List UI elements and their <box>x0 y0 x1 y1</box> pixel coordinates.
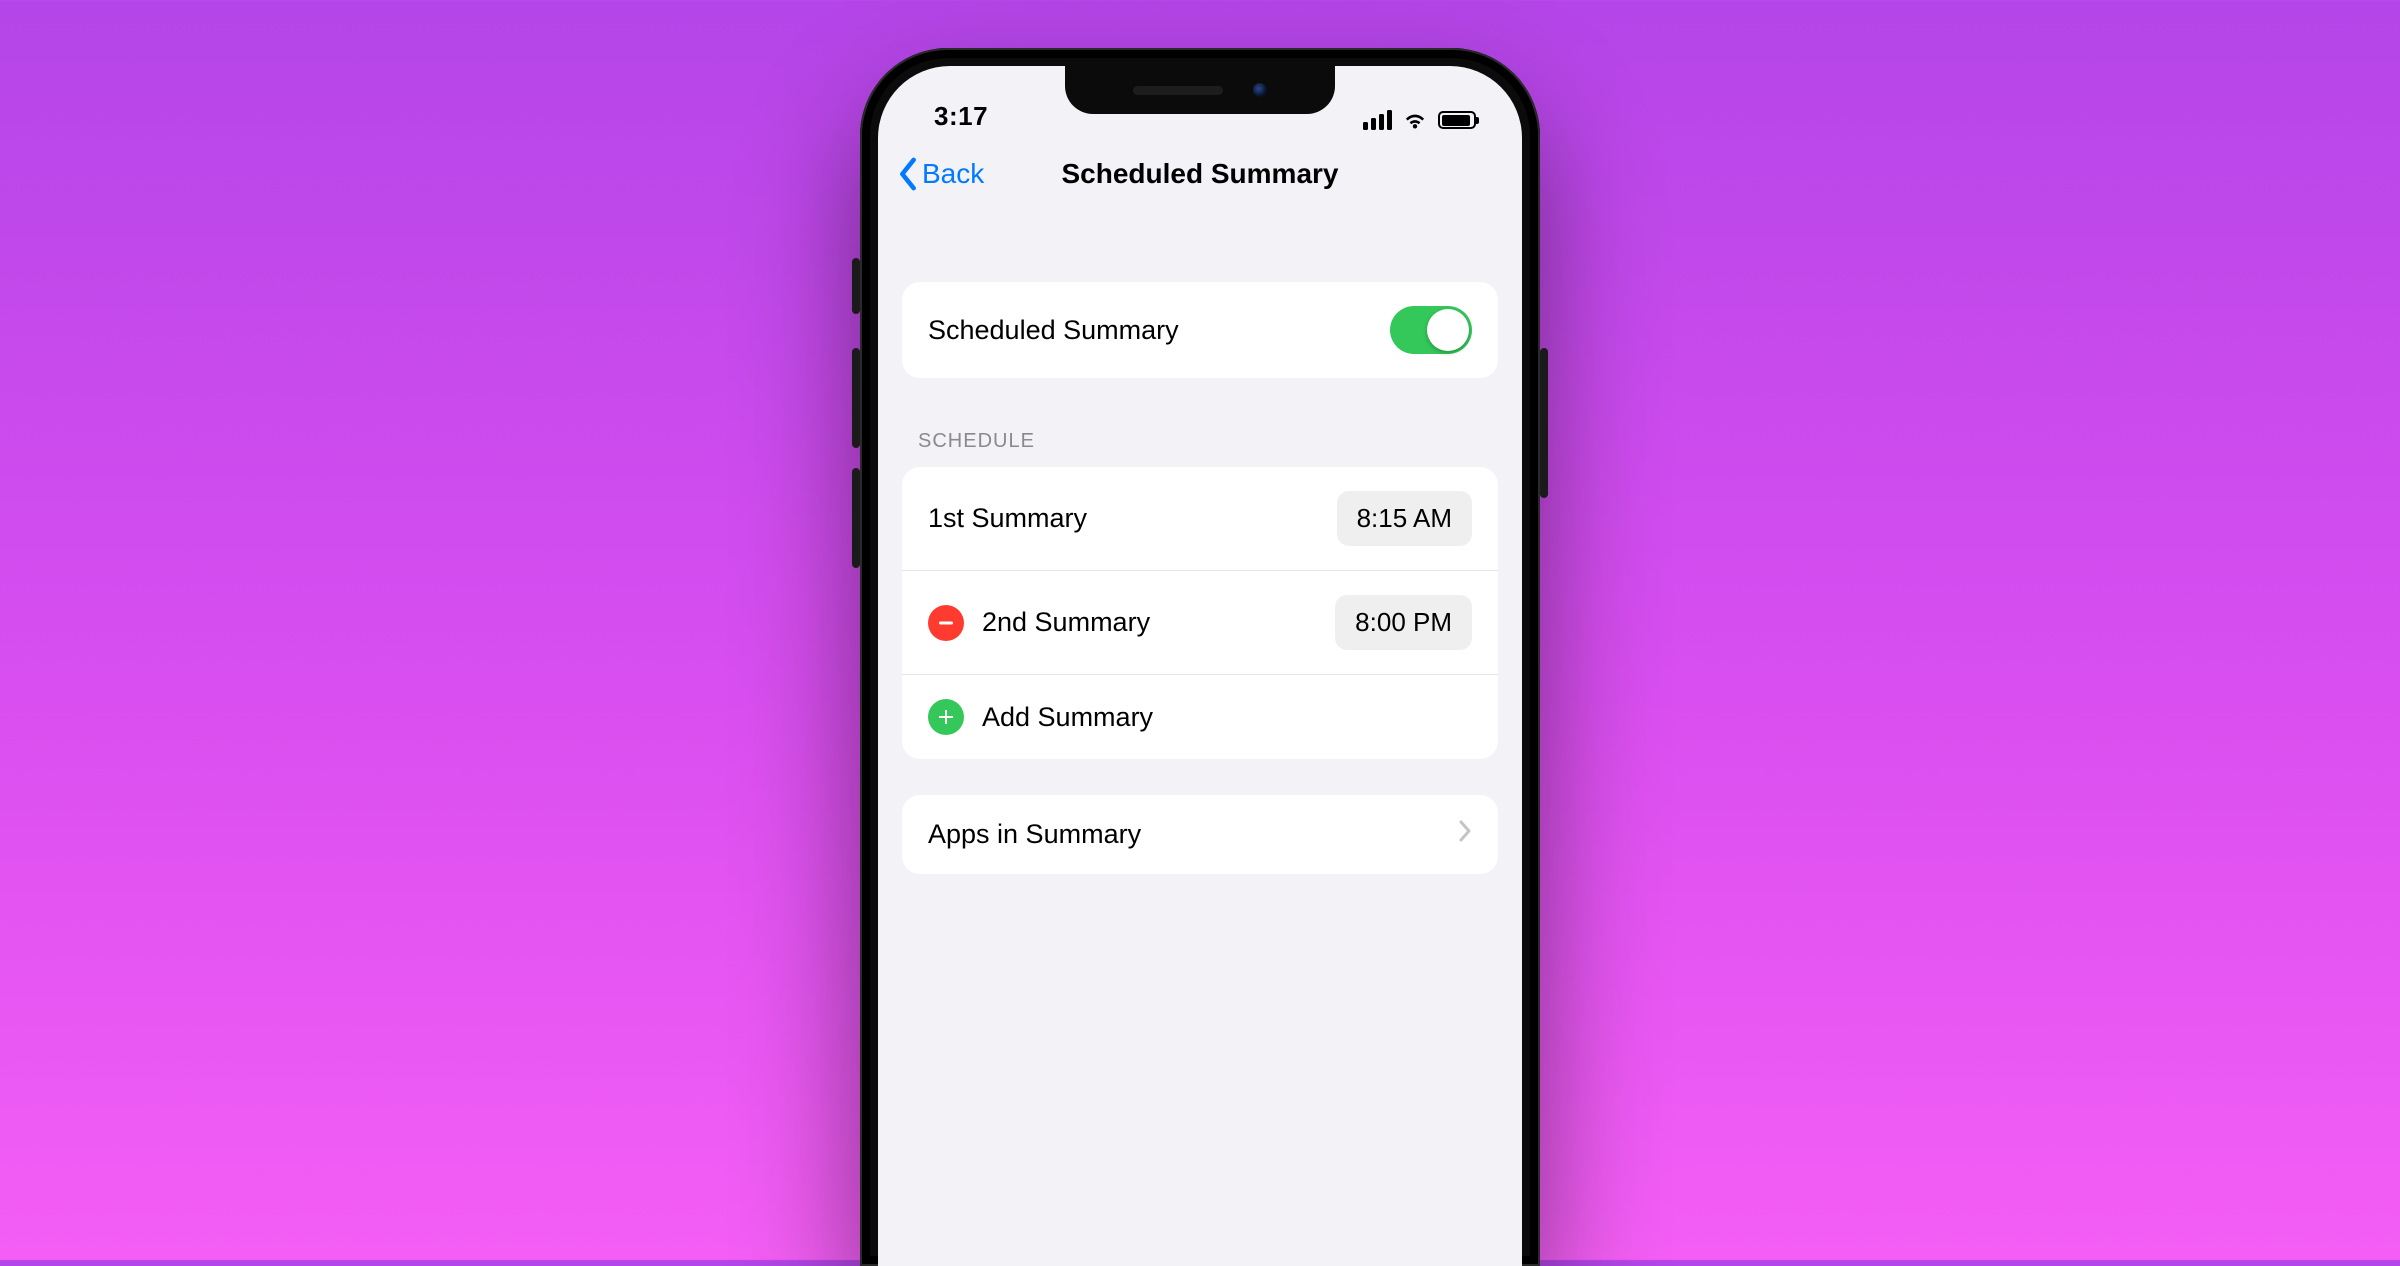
toggle-label: Scheduled Summary <box>928 315 1179 346</box>
apps-in-summary-label: Apps in Summary <box>928 819 1141 850</box>
phone-side-button <box>852 348 860 448</box>
phone-frame: 3:17 Back Scheduled Summary Schedul <box>860 48 1540 1266</box>
chevron-left-icon <box>898 157 918 191</box>
wifi-icon <box>1402 110 1428 130</box>
battery-icon <box>1438 111 1476 129</box>
cellular-signal-icon <box>1363 110 1392 130</box>
speaker-grille <box>1133 86 1223 95</box>
second-summary-label: 2nd Summary <box>982 607 1150 638</box>
chevron-right-icon <box>1458 819 1472 850</box>
page-title: Scheduled Summary <box>1062 158 1339 190</box>
first-summary-time[interactable]: 8:15 AM <box>1337 491 1472 546</box>
second-summary-time[interactable]: 8:00 PM <box>1335 595 1472 650</box>
remove-summary-button[interactable] <box>928 605 964 641</box>
toggle-group: Scheduled Summary <box>902 282 1498 378</box>
apps-group: Apps in Summary <box>902 795 1498 874</box>
add-summary-row[interactable]: Add Summary <box>902 675 1498 759</box>
back-button[interactable]: Back <box>898 157 984 191</box>
nav-bar: Back Scheduled Summary <box>878 136 1522 212</box>
plus-icon <box>937 708 955 726</box>
scheduled-summary-toggle[interactable] <box>1390 306 1472 354</box>
phone-side-button <box>852 468 860 568</box>
scheduled-summary-toggle-row: Scheduled Summary <box>902 282 1498 378</box>
add-summary-button[interactable] <box>928 699 964 735</box>
minus-icon <box>937 614 955 632</box>
phone-side-button <box>1540 348 1548 498</box>
phone-notch <box>1065 66 1335 114</box>
schedule-section-header: SCHEDULE <box>918 430 1482 453</box>
second-summary-row[interactable]: 2nd Summary 8:00 PM <box>902 571 1498 675</box>
schedule-group: 1st Summary 8:15 AM 2nd Summary 8:00 PM <box>902 467 1498 759</box>
first-summary-row[interactable]: 1st Summary 8:15 AM <box>902 467 1498 571</box>
back-label: Back <box>922 158 984 190</box>
status-icons <box>1363 110 1476 132</box>
apps-in-summary-row[interactable]: Apps in Summary <box>902 795 1498 874</box>
front-camera <box>1253 83 1267 97</box>
first-summary-label: 1st Summary <box>928 503 1087 534</box>
status-time: 3:17 <box>934 101 988 132</box>
add-summary-label: Add Summary <box>982 702 1153 733</box>
phone-side-button <box>852 258 860 314</box>
phone-screen: 3:17 Back Scheduled Summary Schedul <box>878 66 1522 1266</box>
toggle-knob <box>1427 309 1469 351</box>
